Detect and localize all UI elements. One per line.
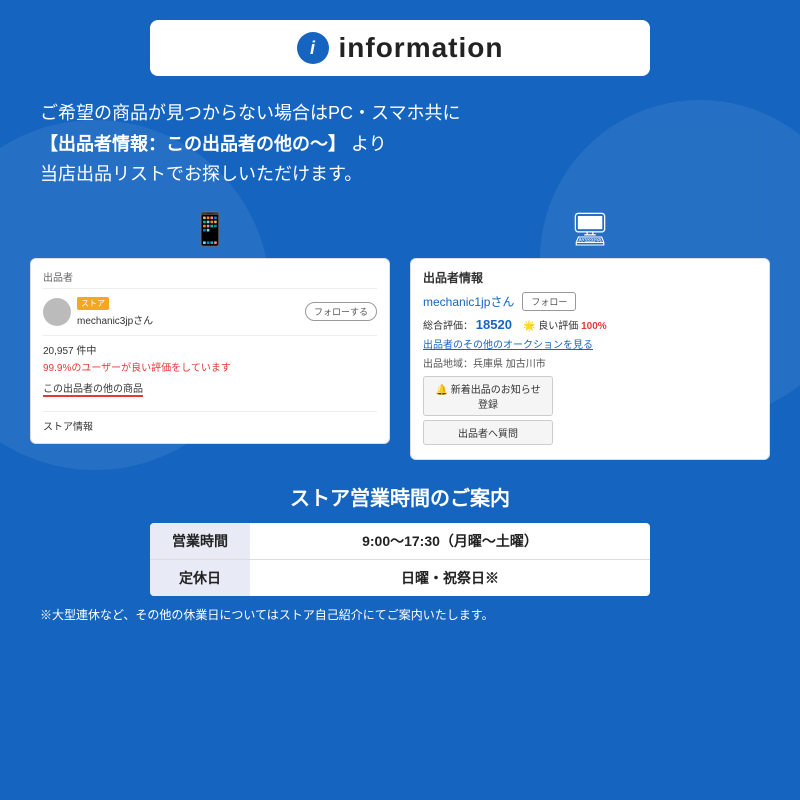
hours-value: 日曜・祝祭日※ bbox=[250, 559, 650, 596]
pc-follow-button[interactable]: フォロー bbox=[522, 292, 576, 311]
pc-section-title: 出品者情報 bbox=[423, 269, 757, 286]
good-value: 100% bbox=[581, 321, 607, 332]
good-label: 🌟 良い評価 bbox=[523, 321, 578, 332]
info-icon: i bbox=[297, 32, 329, 64]
divider1 bbox=[43, 335, 377, 336]
pc-card: 出品者情報 mechanic1jpさん フォロー 総合評価： 18520 🌟 良… bbox=[410, 258, 770, 460]
mobile-section-label: 出品者 bbox=[43, 269, 377, 289]
mobile-seller-left: ストア mechanic3jpさん bbox=[43, 297, 153, 327]
hours-row: 定休日 日曜・祝祭日※ bbox=[150, 559, 650, 596]
divider2 bbox=[43, 411, 377, 412]
main-container: i information ご希望の商品が見つからない場合はPC・スマホ共に 【… bbox=[0, 0, 800, 800]
store-info-label: ストア情報 bbox=[43, 418, 377, 433]
description-highlight: 【出品者情報：この出品者の他の〜】 bbox=[40, 134, 346, 154]
mobile-col: 📱 出品者 ストア mechanic3jpさん フォローする 20,957 件中… bbox=[30, 210, 390, 444]
other-items-link[interactable]: この出品者の他の商品 bbox=[43, 380, 143, 397]
mobile-rating: 99.9%のユーザーが良い評価をしています bbox=[43, 359, 377, 374]
mobile-card: 出品者 ストア mechanic3jpさん フォローする 20,957 件中 9… bbox=[30, 258, 390, 444]
smartphone-icon: 📱 bbox=[190, 210, 230, 248]
mobile-other-items[interactable]: この出品者の他の商品 bbox=[43, 380, 377, 405]
pc-seller-name: mechanic1jpさん bbox=[423, 293, 514, 310]
description-line3: 当店出品リストでお探しいただけます。 bbox=[40, 159, 760, 190]
pc-seller-row: mechanic1jpさん フォロー bbox=[423, 292, 757, 311]
description-line1: ご希望の商品が見つからない場合はPC・スマホ共に bbox=[40, 98, 760, 129]
pc-rating-row: 総合評価： 18520 🌟 良い評価 100% bbox=[423, 317, 757, 332]
avatar bbox=[43, 298, 71, 326]
description-line2: 【出品者情報：この出品者の他の〜】 より bbox=[40, 129, 760, 160]
question-button[interactable]: 出品者へ質問 bbox=[423, 420, 553, 445]
hours-table: 営業時間 9:00〜17:30（月曜〜土曜） 定休日 日曜・祝祭日※ bbox=[150, 523, 650, 596]
footnote: ※大型連休など、その他の休業日についてはストア自己紹介にてご案内いたします。 bbox=[30, 606, 770, 624]
info-header: i information bbox=[150, 20, 650, 76]
description-block: ご希望の商品が見つからない場合はPC・スマホ共に 【出品者情報：この出品者の他の… bbox=[30, 98, 770, 190]
notify-button[interactable]: 🔔 新着出品のお知らせ登録 bbox=[423, 376, 553, 416]
screenshots-row: 📱 出品者 ストア mechanic3jpさん フォローする 20,957 件中… bbox=[30, 210, 770, 460]
rating-label: 総合評価： bbox=[423, 321, 473, 332]
business-section: ストア営業時間のご案内 営業時間 9:00〜17:30（月曜〜土曜） 定休日 日… bbox=[30, 482, 770, 624]
rating-number: 18520 bbox=[476, 317, 512, 332]
hours-row: 営業時間 9:00〜17:30（月曜〜土曜） bbox=[150, 523, 650, 560]
auction-link[interactable]: 出品者のその他のオークションを見る bbox=[423, 336, 757, 351]
hours-label: 定休日 bbox=[150, 559, 250, 596]
pc-col: 🖥 出品者情報 mechanic1jpさん フォロー 総合評価： 18520 🌟… bbox=[410, 210, 770, 460]
mobile-seller-name: mechanic3jpさん bbox=[77, 312, 153, 327]
hours-label: 営業時間 bbox=[150, 523, 250, 560]
store-badge: ストア bbox=[77, 297, 109, 310]
mobile-seller-row: ストア mechanic3jpさん フォローする bbox=[43, 297, 377, 327]
hours-value: 9:00〜17:30（月曜〜土曜） bbox=[250, 523, 650, 560]
monitor-icon: 🖥 bbox=[570, 210, 611, 248]
business-title: ストア営業時間のご案内 bbox=[30, 482, 770, 511]
info-title: information bbox=[339, 32, 504, 64]
mobile-seller-info: ストア mechanic3jpさん bbox=[77, 297, 153, 327]
pc-location: 出品地域：兵庫県 加古川市 bbox=[423, 355, 757, 370]
mobile-stats: 20,957 件中 bbox=[43, 342, 377, 357]
mobile-follow-button[interactable]: フォローする bbox=[305, 302, 377, 321]
